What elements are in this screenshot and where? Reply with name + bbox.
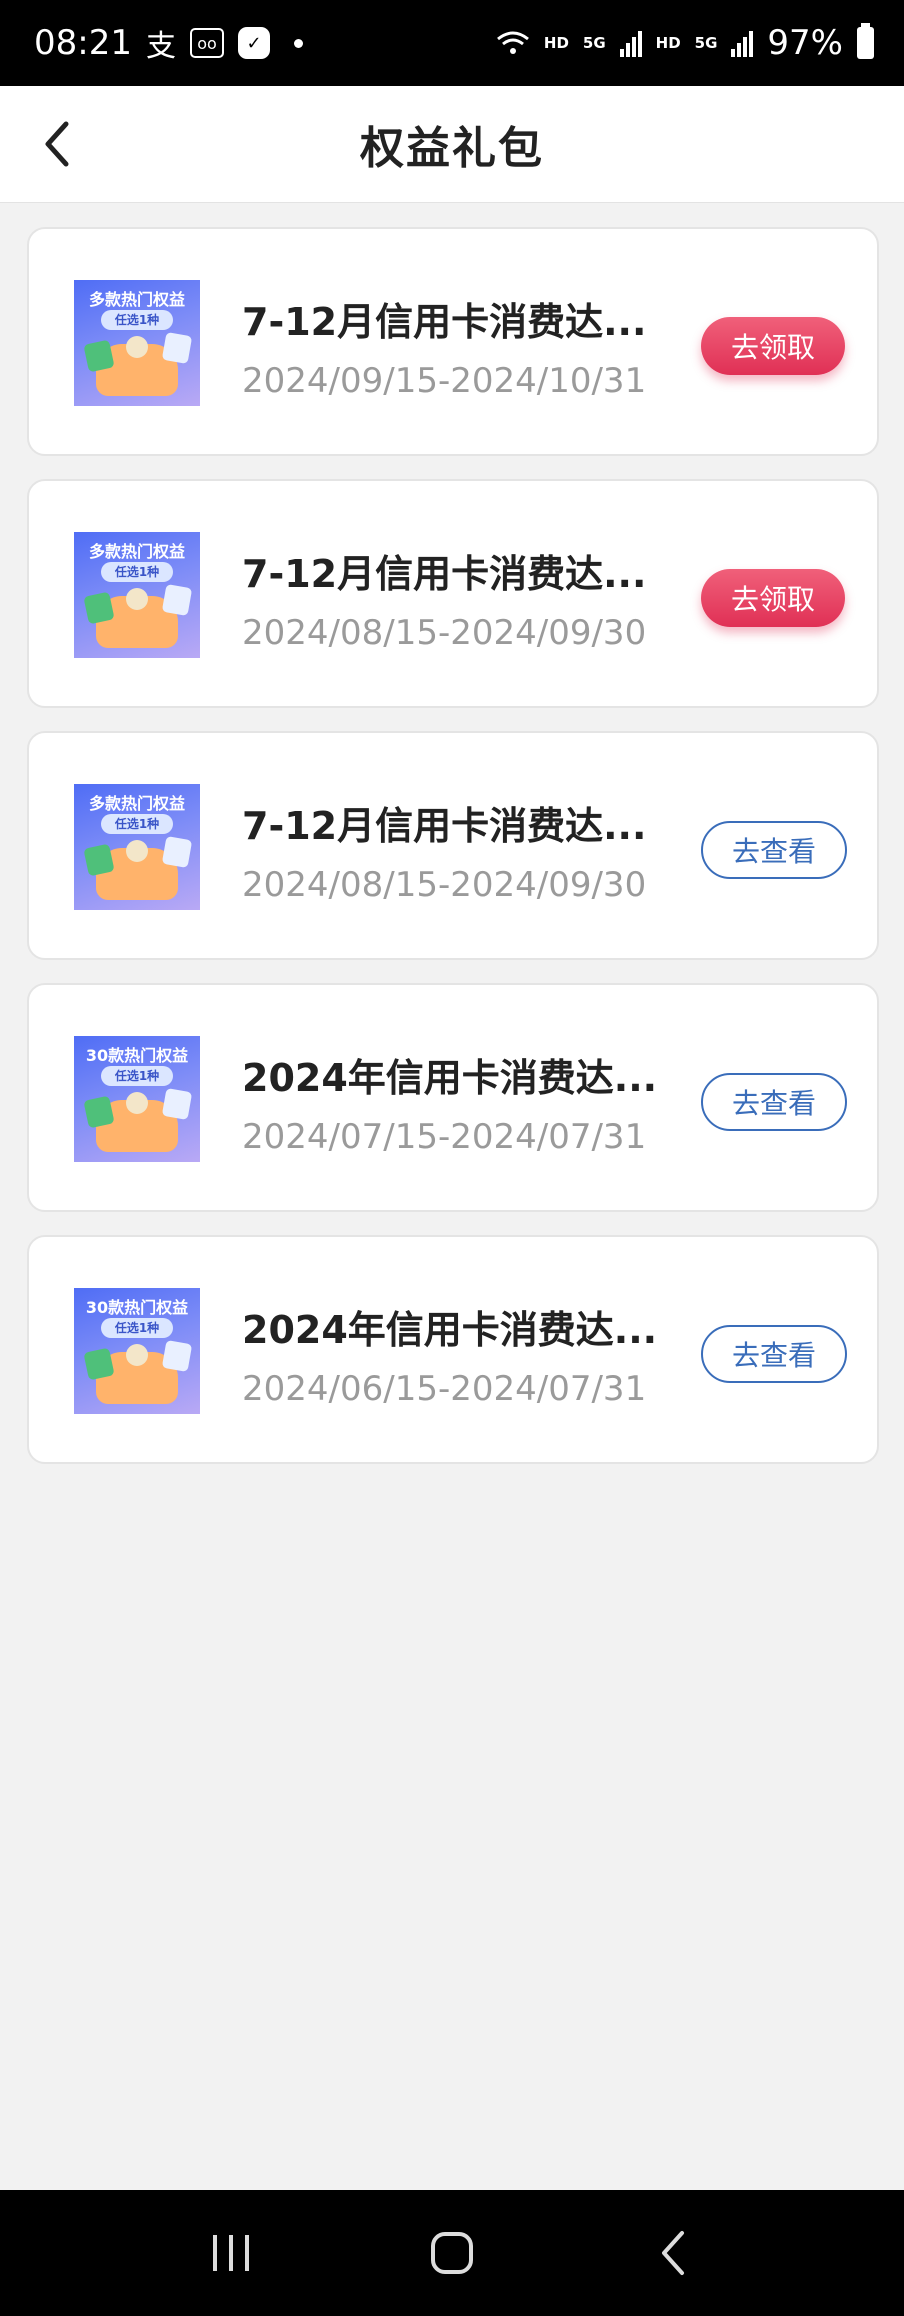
- benefit-card[interactable]: 30款热门权益 任选1种 2024年信用卡消费达... 2024/07/15-2…: [27, 983, 879, 1212]
- benefit-thumbnail: 多款热门权益 任选1种: [74, 280, 200, 406]
- claim-button[interactable]: 去领取: [701, 569, 845, 627]
- card-title: 2024年信用卡消费达...: [242, 1056, 658, 1100]
- thumbnail-title: 多款热门权益: [88, 794, 185, 813]
- network-hd-1: HD: [543, 34, 569, 52]
- signal-icon: [731, 29, 754, 57]
- app-tile-icon: [161, 1339, 193, 1373]
- benefit-thumbnail: 30款热门权益 任选1种: [74, 1288, 200, 1414]
- app-tile-icon: [83, 591, 115, 625]
- app-tile-icon: [83, 1095, 115, 1129]
- home-button[interactable]: [412, 2213, 492, 2293]
- card-date-range: 2024/06/15-2024/07/31: [242, 1369, 647, 1409]
- battery-percent: 97%: [767, 23, 843, 63]
- app-tile-icon: [161, 583, 193, 617]
- app-tile-icon: [126, 588, 148, 610]
- card-date-range: 2024/08/15-2024/09/30: [242, 865, 647, 905]
- thumbnail-title: 多款热门权益: [88, 542, 185, 561]
- claim-button[interactable]: 去领取: [701, 317, 845, 375]
- recent-apps-button[interactable]: [191, 2213, 271, 2293]
- app-tile-icon: [83, 339, 115, 373]
- back-icon: [662, 2231, 685, 2275]
- benefit-card[interactable]: 多款热门权益 任选1种 7-12月信用卡消费达... 2024/08/15-20…: [27, 731, 879, 960]
- network-5g-1: 5G: [582, 34, 606, 52]
- benefit-card[interactable]: 30款热门权益 任选1种 2024年信用卡消费达... 2024/06/15-2…: [27, 1235, 879, 1464]
- alipay-icon: 支: [145, 29, 176, 64]
- thumbnail-pill: 任选1种: [101, 1066, 173, 1086]
- system-nav-bar: [0, 2190, 904, 2316]
- thumbnail-title: 30款热门权益: [85, 1046, 189, 1065]
- benefit-card[interactable]: 多款热门权益 任选1种 7-12月信用卡消费达... 2024/09/15-20…: [27, 227, 879, 456]
- wifi-icon: [496, 31, 529, 54]
- thumbnail-title: 多款热门权益: [88, 290, 185, 309]
- benefit-thumbnail: 多款热门权益 任选1种: [74, 532, 200, 658]
- battery-icon: [857, 23, 874, 59]
- view-button[interactable]: 去查看: [701, 821, 847, 879]
- app-tile-icon: [126, 1092, 148, 1114]
- system-back-button[interactable]: [633, 2213, 713, 2293]
- signal-icon: [619, 29, 642, 57]
- thumbnail-pill: 任选1种: [101, 562, 173, 582]
- card-title: 7-12月信用卡消费达...: [242, 300, 647, 344]
- app-tile-icon: [126, 1344, 148, 1366]
- card-title: 2024年信用卡消费达...: [242, 1308, 658, 1352]
- app-tile-icon: [83, 1347, 115, 1381]
- benefit-thumbnail: 30款热门权益 任选1种: [74, 1036, 200, 1162]
- card-date-range: 2024/09/15-2024/10/31: [242, 361, 647, 401]
- card-date-range: 2024/08/15-2024/09/30: [242, 613, 647, 653]
- page-title: 权益礼包: [360, 123, 544, 174]
- card-date-range: 2024/07/15-2024/07/31: [242, 1117, 647, 1157]
- thumbnail-pill: 任选1种: [101, 1318, 173, 1338]
- network-hd-2: HD: [655, 34, 681, 52]
- status-bar: 08:21 支 oo ✓ HD 5G HD 5G 97%: [0, 0, 904, 86]
- view-button[interactable]: 去查看: [701, 1073, 847, 1131]
- status-bar-right: HD 5G HD 5G 97%: [496, 23, 874, 63]
- app-icon: ✓: [237, 27, 270, 59]
- dot-icon: [293, 38, 303, 48]
- app-tile-icon: [161, 1087, 193, 1121]
- thumbnail-pill: 任选1种: [101, 814, 173, 834]
- back-button[interactable]: [30, 116, 86, 172]
- thumbnail-pill: 任选1种: [101, 310, 173, 330]
- benefit-package-list: 多款热门权益 任选1种 7-12月信用卡消费达... 2024/09/15-20…: [27, 227, 879, 1464]
- app-tile-icon: [126, 336, 148, 358]
- status-bar-left: 08:21 支 oo ✓: [34, 21, 303, 65]
- app-tile-icon: [161, 331, 193, 365]
- benefit-thumbnail: 多款热门权益 任选1种: [74, 784, 200, 910]
- app-tile-icon: [83, 843, 115, 877]
- view-button[interactable]: 去查看: [701, 1325, 847, 1383]
- benefit-card[interactable]: 多款热门权益 任选1种 7-12月信用卡消费达... 2024/08/15-20…: [27, 479, 879, 708]
- status-time: 08:21: [34, 23, 132, 63]
- app-tile-icon: [161, 835, 193, 869]
- voicemail-icon: oo: [189, 28, 224, 58]
- header: 权益礼包: [0, 86, 904, 203]
- network-5g-2: 5G: [694, 34, 718, 52]
- chevron-left-icon: [45, 121, 69, 167]
- card-title: 7-12月信用卡消费达...: [242, 804, 647, 848]
- thumbnail-title: 30款热门权益: [85, 1298, 189, 1317]
- app-tile-icon: [126, 840, 148, 862]
- recent-apps-icon: [212, 2235, 249, 2271]
- card-title: 7-12月信用卡消费达...: [242, 552, 647, 596]
- home-icon: [430, 2232, 473, 2274]
